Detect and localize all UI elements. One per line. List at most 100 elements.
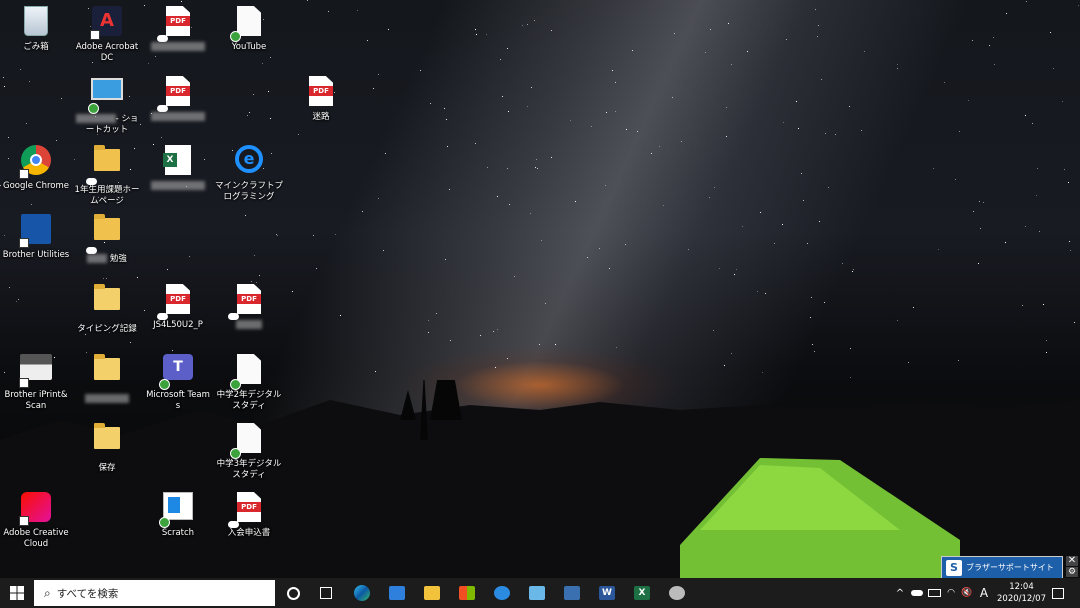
- folder-icon: [86, 145, 124, 185]
- icon-benkyo-folder[interactable]: 勉強: [73, 210, 141, 265]
- pdf-icon: PDF: [157, 284, 195, 320]
- icon-recycle-bin[interactable]: ごみ箱: [2, 2, 70, 53]
- excel-file-icon: X: [161, 145, 195, 179]
- clock-time: 12:04: [1009, 582, 1034, 592]
- icon-homepage-folder[interactable]: 1年生用課題ホームページ: [73, 141, 141, 207]
- icon-label: 入会申込書: [227, 528, 271, 538]
- icon-pdf-blurred-1[interactable]: PDF: [144, 2, 212, 53]
- adobe-acrobat-icon: A: [90, 6, 124, 40]
- pdf-icon: PDF: [304, 76, 338, 110]
- adobe-cc-icon: [19, 492, 53, 526]
- icon-youtube[interactable]: YouTube: [215, 2, 283, 53]
- chrome-icon: [19, 145, 53, 179]
- icon-folder-blurred[interactable]: [73, 350, 141, 405]
- icon-label: Brother iPrint&Scan: [4, 390, 68, 411]
- badge-label: ブラザーサポートサイト: [966, 563, 1054, 572]
- icon-scratch[interactable]: Scratch: [144, 488, 212, 539]
- battery-icon[interactable]: [927, 578, 941, 608]
- taskbar: ⌕ すべてを検索 W X ^ ◠ 🔇 A 12:04 2020/12/07: [0, 578, 1080, 608]
- task-view-icon[interactable]: [315, 578, 337, 608]
- pdf-icon: PDF: [228, 492, 266, 528]
- icon-typing-folder[interactable]: タイピング記録: [73, 280, 141, 335]
- safari-like-icon[interactable]: [490, 578, 514, 608]
- pdf-icon: PDF: [157, 6, 195, 42]
- icon-label: 1年生用課題ホームページ: [74, 185, 140, 206]
- ime-indicator[interactable]: A: [977, 578, 991, 608]
- icon-label: Adobe Acrobat DC: [75, 42, 139, 63]
- icon-brother-utilities[interactable]: Brother Utilities: [2, 210, 70, 261]
- excel-icon[interactable]: X: [630, 578, 654, 608]
- clock[interactable]: 12:04 2020/12/07: [997, 581, 1046, 605]
- chevron-up-icon[interactable]: ^: [893, 578, 907, 608]
- recycle-bin-icon: [19, 6, 53, 40]
- document-icon: [230, 6, 266, 42]
- folder-icon: [90, 284, 124, 322]
- word-icon[interactable]: W: [595, 578, 619, 608]
- icon-digital-study-3[interactable]: 中学3年デジタルスタディ: [215, 419, 283, 481]
- icon-computer-shortcut[interactable]: - ショートカット: [73, 72, 141, 136]
- document-icon: [230, 354, 266, 390]
- icon-excel-blurred[interactable]: X: [144, 141, 212, 192]
- icon-js4l50u2[interactable]: PDF JS4L50U2_P: [144, 280, 212, 331]
- computer-shortcut-icon: [88, 78, 124, 114]
- edge-icon[interactable]: [350, 578, 374, 608]
- store-icon[interactable]: [455, 578, 479, 608]
- document-icon: [230, 423, 266, 459]
- teams-icon: T: [159, 354, 195, 390]
- pdf-icon: PDF: [228, 284, 266, 320]
- brother-iprint-icon: [19, 354, 53, 388]
- icon-adobe-creative-cloud[interactable]: Adobe Creative Cloud: [2, 488, 70, 550]
- snipping-icon[interactable]: [665, 578, 689, 608]
- icon-label: JS4L50U2_P: [153, 320, 203, 330]
- folder-icon: [90, 354, 124, 392]
- icon-label: マインクラフトプログラミング: [215, 181, 284, 202]
- icon-microsoft-teams[interactable]: T Microsoft Teams: [144, 350, 212, 412]
- icon-label: Google Chrome: [2, 181, 70, 191]
- icon-label: Adobe Creative Cloud: [3, 528, 69, 549]
- remote-desktop-icon[interactable]: [525, 578, 549, 608]
- pdf-icon: PDF: [157, 76, 195, 112]
- icon-label: 中学2年デジタルスタディ: [216, 390, 282, 411]
- icon-meiro[interactable]: PDF 迷路: [287, 72, 355, 123]
- icon-hozon-folder[interactable]: 保存: [73, 419, 141, 474]
- icon-label: 勉強: [109, 254, 127, 264]
- internet-explorer-icon: e: [232, 145, 266, 179]
- wifi-icon[interactable]: ◠: [944, 578, 958, 608]
- icon-nyukai[interactable]: PDF 入会申込書: [215, 488, 283, 539]
- clock-date: 2020/12/07: [997, 594, 1046, 604]
- icon-label: YouTube: [231, 42, 267, 52]
- close-icon[interactable]: ✕: [1066, 556, 1078, 566]
- scratch-icon: [159, 492, 195, 528]
- icon-pdf-blurred-2[interactable]: PDF: [144, 72, 212, 123]
- mail-icon[interactable]: [385, 578, 409, 608]
- brother-s-icon: S: [946, 559, 962, 576]
- device-icon[interactable]: [560, 578, 584, 608]
- icon-minecraft-programming[interactable]: e マインクラフトプログラミング: [215, 141, 283, 203]
- cortana-icon[interactable]: [282, 578, 304, 608]
- icon-label: ごみ箱: [23, 42, 49, 52]
- desktop[interactable]: ごみ箱 A Adobe Acrobat DC PDF YouTube - ショー…: [0, 0, 1080, 578]
- icon-label: 迷路: [312, 112, 330, 122]
- windows-start-icon[interactable]: [0, 578, 34, 608]
- search-placeholder: すべてを検索: [56, 587, 119, 600]
- gear-icon[interactable]: ⚙: [1066, 567, 1078, 577]
- icon-label: Scratch: [161, 528, 195, 538]
- icon-brother-iprint-scan[interactable]: Brother iPrint&Scan: [2, 350, 70, 412]
- icon-digital-study-2[interactable]: 中学2年デジタルスタディ: [215, 350, 283, 412]
- icon-label: タイピング記録: [77, 324, 137, 334]
- brother-utilities-icon: [19, 214, 53, 248]
- icon-label: 中学3年デジタルスタディ: [216, 459, 282, 480]
- file-explorer-icon[interactable]: [420, 578, 444, 608]
- icon-adobe-acrobat[interactable]: A Adobe Acrobat DC: [73, 2, 141, 64]
- notification-icon[interactable]: [1048, 578, 1068, 608]
- icon-pdf-blurred-3[interactable]: PDF: [215, 280, 283, 331]
- icon-label: Brother Utilities: [2, 250, 70, 260]
- icon-google-chrome[interactable]: Google Chrome: [2, 141, 70, 192]
- brother-support-badge[interactable]: S ブラザーサポートサイト: [941, 556, 1063, 579]
- onedrive-icon[interactable]: [910, 578, 924, 608]
- search-box[interactable]: ⌕ すべてを検索: [34, 580, 275, 606]
- search-icon: ⌕: [44, 585, 51, 600]
- volume-muted-icon[interactable]: 🔇: [960, 578, 974, 608]
- icon-label: 保存: [98, 463, 116, 473]
- folder-icon: [86, 214, 124, 254]
